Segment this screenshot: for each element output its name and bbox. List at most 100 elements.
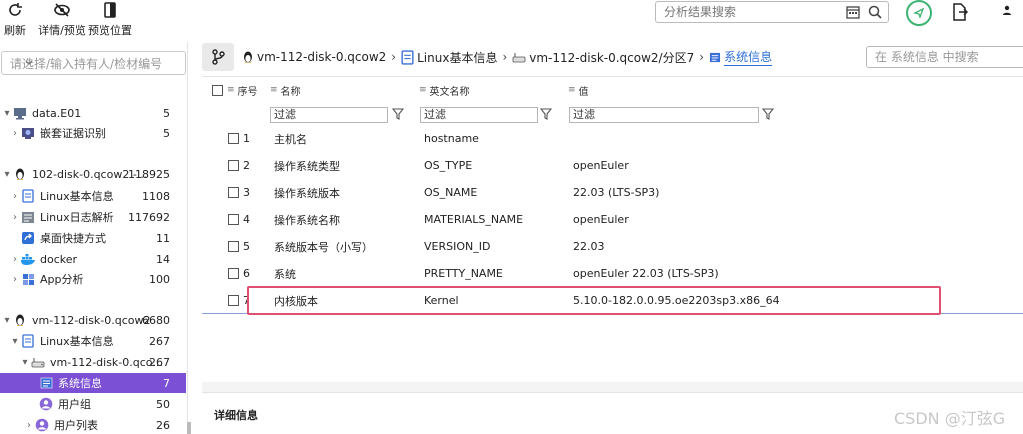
table-row[interactable]: 5 系统版本号（小写） VERSION_ID 22.03 bbox=[202, 233, 1023, 260]
panel-splitter[interactable] bbox=[202, 382, 1023, 392]
table-header: ≡ 序号 ≡ 名称 ≡ 英文名称 ≡ 值 bbox=[202, 77, 1023, 103]
tree-item-count: 5 bbox=[163, 106, 170, 120]
result-search-input[interactable] bbox=[656, 2, 836, 22]
filter-icon[interactable] bbox=[761, 108, 775, 123]
nested-evidence-icon bbox=[20, 126, 36, 140]
collapse-arrow-icon[interactable]: ▾ bbox=[2, 315, 12, 326]
breadcrumb-item-vm-disk[interactable]: vm-112-disk-0.qcow2 › bbox=[242, 50, 401, 64]
expand-arrow-icon[interactable]: › bbox=[10, 191, 20, 202]
details-preview-button[interactable]: 详情/预览 bbox=[38, 0, 86, 40]
expand-arrow-icon[interactable]: › bbox=[10, 128, 20, 139]
row-checkbox[interactable] bbox=[228, 268, 239, 279]
document-icon bbox=[401, 49, 414, 65]
table-row[interactable]: 4 操作系统名称 MATERIALS_NAME openEuler bbox=[202, 206, 1023, 233]
linux-penguin-icon bbox=[12, 167, 28, 181]
watermark: CSDN @汀弦G bbox=[894, 409, 1006, 428]
menu-icon: ≡ bbox=[227, 85, 235, 95]
collapse-arrow-icon[interactable]: ▾ bbox=[2, 169, 12, 180]
filter-value-input[interactable]: 过滤 bbox=[569, 107, 759, 123]
cell-name: 内核版本 bbox=[274, 294, 318, 308]
breadcrumb-item-system-info[interactable]: 系统信息 bbox=[709, 48, 773, 66]
evidence-select-dropdown[interactable]: 请选择/输入持有人/检材编号 bbox=[1, 51, 186, 75]
collapse-arrow-icon[interactable]: ▾ bbox=[10, 336, 20, 347]
row-checkbox[interactable] bbox=[228, 133, 239, 144]
tree-item-linux-log[interactable]: › Linux日志解析 117692 bbox=[0, 207, 186, 227]
disk-icon bbox=[30, 355, 46, 369]
tree-item-data-e01[interactable]: ▾ data.E01 5 bbox=[0, 103, 186, 123]
chevron-right-icon: › bbox=[699, 50, 705, 64]
panel-search-input[interactable]: 在 系统信息 中搜索 bbox=[866, 46, 1023, 68]
chevron-down-icon bbox=[24, 57, 179, 71]
cell-en-name: hostname bbox=[424, 132, 479, 145]
tree-item-user-group[interactable]: 用户组 50 bbox=[0, 394, 186, 414]
tree-item-user-list[interactable]: › 用户列表 26 bbox=[0, 415, 186, 434]
filter-en-name-input[interactable]: 过滤 bbox=[420, 107, 538, 123]
row-checkbox[interactable] bbox=[228, 295, 239, 306]
tree-item-system-info[interactable]: 系统信息 7 bbox=[0, 373, 186, 393]
tree-item-docker[interactable]: › docker 14 bbox=[0, 249, 186, 269]
sidebar-scrollbar[interactable] bbox=[187, 422, 191, 434]
tree-item-app-analysis[interactable]: › App分析 100 bbox=[0, 269, 186, 289]
result-search-box[interactable] bbox=[655, 1, 889, 23]
refresh-button[interactable]: 刷新 bbox=[2, 0, 28, 40]
tree-item-desktop-shortcut[interactable]: 桌面快捷方式 11 bbox=[0, 228, 186, 248]
tree-item-102-disk[interactable]: ▾ 102-disk-0.qcow2 -... 118925 bbox=[0, 164, 186, 184]
filter-icon[interactable] bbox=[539, 108, 553, 123]
preview-position-label: 预览位置 bbox=[88, 24, 132, 37]
sync-button[interactable] bbox=[906, 0, 932, 26]
document-icon bbox=[20, 334, 36, 348]
cell-name: 操作系统版本 bbox=[274, 186, 340, 200]
breadcrumb-item-partition[interactable]: vm-112-disk-0.qcow2/分区7 › bbox=[512, 49, 709, 66]
search-icon[interactable] bbox=[868, 5, 882, 22]
row-checkbox[interactable] bbox=[228, 187, 239, 198]
collapse-arrow-icon[interactable]: ▾ bbox=[2, 108, 12, 119]
header-name[interactable]: ≡ 名称 bbox=[270, 77, 301, 103]
tree-item-label: 用户组 bbox=[58, 398, 91, 411]
export-icon[interactable] bbox=[952, 3, 969, 24]
expand-arrow-icon[interactable]: › bbox=[10, 274, 20, 285]
cell-value: openEuler 22.03 (LTS-SP3) bbox=[573, 267, 719, 280]
tree-item-partition[interactable]: ▾ vm-112-disk-0.qco... 267 bbox=[0, 352, 186, 372]
cell-value: 22.03 bbox=[573, 240, 605, 253]
row-checkbox[interactable] bbox=[228, 160, 239, 171]
table-row[interactable]: 3 操作系统版本 OS_NAME 22.03 (LTS-SP3) bbox=[202, 179, 1023, 206]
header-index[interactable]: ≡ 序号 bbox=[212, 77, 258, 103]
calendar-icon[interactable] bbox=[846, 5, 860, 22]
tree-item-count: 118925 bbox=[128, 167, 170, 181]
breadcrumb-item-linux-info[interactable]: Linux基本信息 › bbox=[401, 49, 512, 66]
tree-item-vm-112-disk[interactable]: ▾ vm-112-disk-0.qcow2 6680 bbox=[0, 310, 186, 330]
tree-item-label: Linux日志解析 bbox=[40, 211, 114, 224]
row-checkbox[interactable] bbox=[228, 214, 239, 225]
chevron-right-icon: › bbox=[391, 50, 397, 64]
cell-en-name: MATERIALS_NAME bbox=[424, 213, 524, 226]
table-row-selected[interactable]: 7 内核版本 Kernel 5.10.0-182.0.0.95.oe2203sp… bbox=[202, 287, 1023, 314]
tree-item-count: 6680 bbox=[142, 313, 170, 327]
select-all-checkbox[interactable] bbox=[212, 84, 223, 96]
branch-button[interactable] bbox=[202, 43, 234, 71]
tree-item-linux-basic-info[interactable]: › Linux基本信息 1108 bbox=[0, 186, 186, 206]
system-info-icon bbox=[38, 376, 54, 390]
table-row[interactable]: 2 操作系统类型 OS_TYPE openEuler bbox=[202, 152, 1023, 179]
header-en-name[interactable]: ≡ 英文名称 bbox=[419, 77, 470, 103]
tree-item-linux-basic-info-2[interactable]: ▾ Linux基本信息 267 bbox=[0, 331, 186, 351]
refresh-icon bbox=[7, 0, 23, 20]
expand-arrow-icon[interactable]: › bbox=[24, 420, 34, 431]
expand-arrow-icon[interactable]: › bbox=[10, 254, 20, 265]
branch-icon bbox=[212, 49, 225, 65]
document-icon bbox=[20, 189, 36, 203]
filter-icon[interactable] bbox=[391, 108, 405, 123]
expand-arrow-icon[interactable]: › bbox=[10, 212, 20, 223]
breadcrumb-label: 系统信息 bbox=[724, 50, 773, 66]
tree-item-label: 用户列表 bbox=[54, 419, 98, 432]
tree-item-nested-evidence[interactable]: › 嵌套证据识别 5 bbox=[0, 123, 186, 143]
row-checkbox[interactable] bbox=[228, 241, 239, 252]
tree-item-count: 14 bbox=[156, 252, 170, 266]
table-row[interactable]: 1 主机名 hostname bbox=[202, 125, 1023, 152]
row-index: 5 bbox=[243, 240, 250, 253]
filter-name-input[interactable]: 过滤 bbox=[270, 107, 388, 123]
header-value[interactable]: ≡ 值 bbox=[568, 77, 589, 103]
table-row[interactable]: 6 系统 PRETTY_NAME openEuler 22.03 (LTS-SP… bbox=[202, 260, 1023, 287]
collapse-arrow-icon[interactable]: ▾ bbox=[20, 357, 30, 368]
user-icon[interactable] bbox=[1002, 5, 1012, 18]
preview-position-button[interactable]: 预览位置 bbox=[88, 0, 132, 40]
